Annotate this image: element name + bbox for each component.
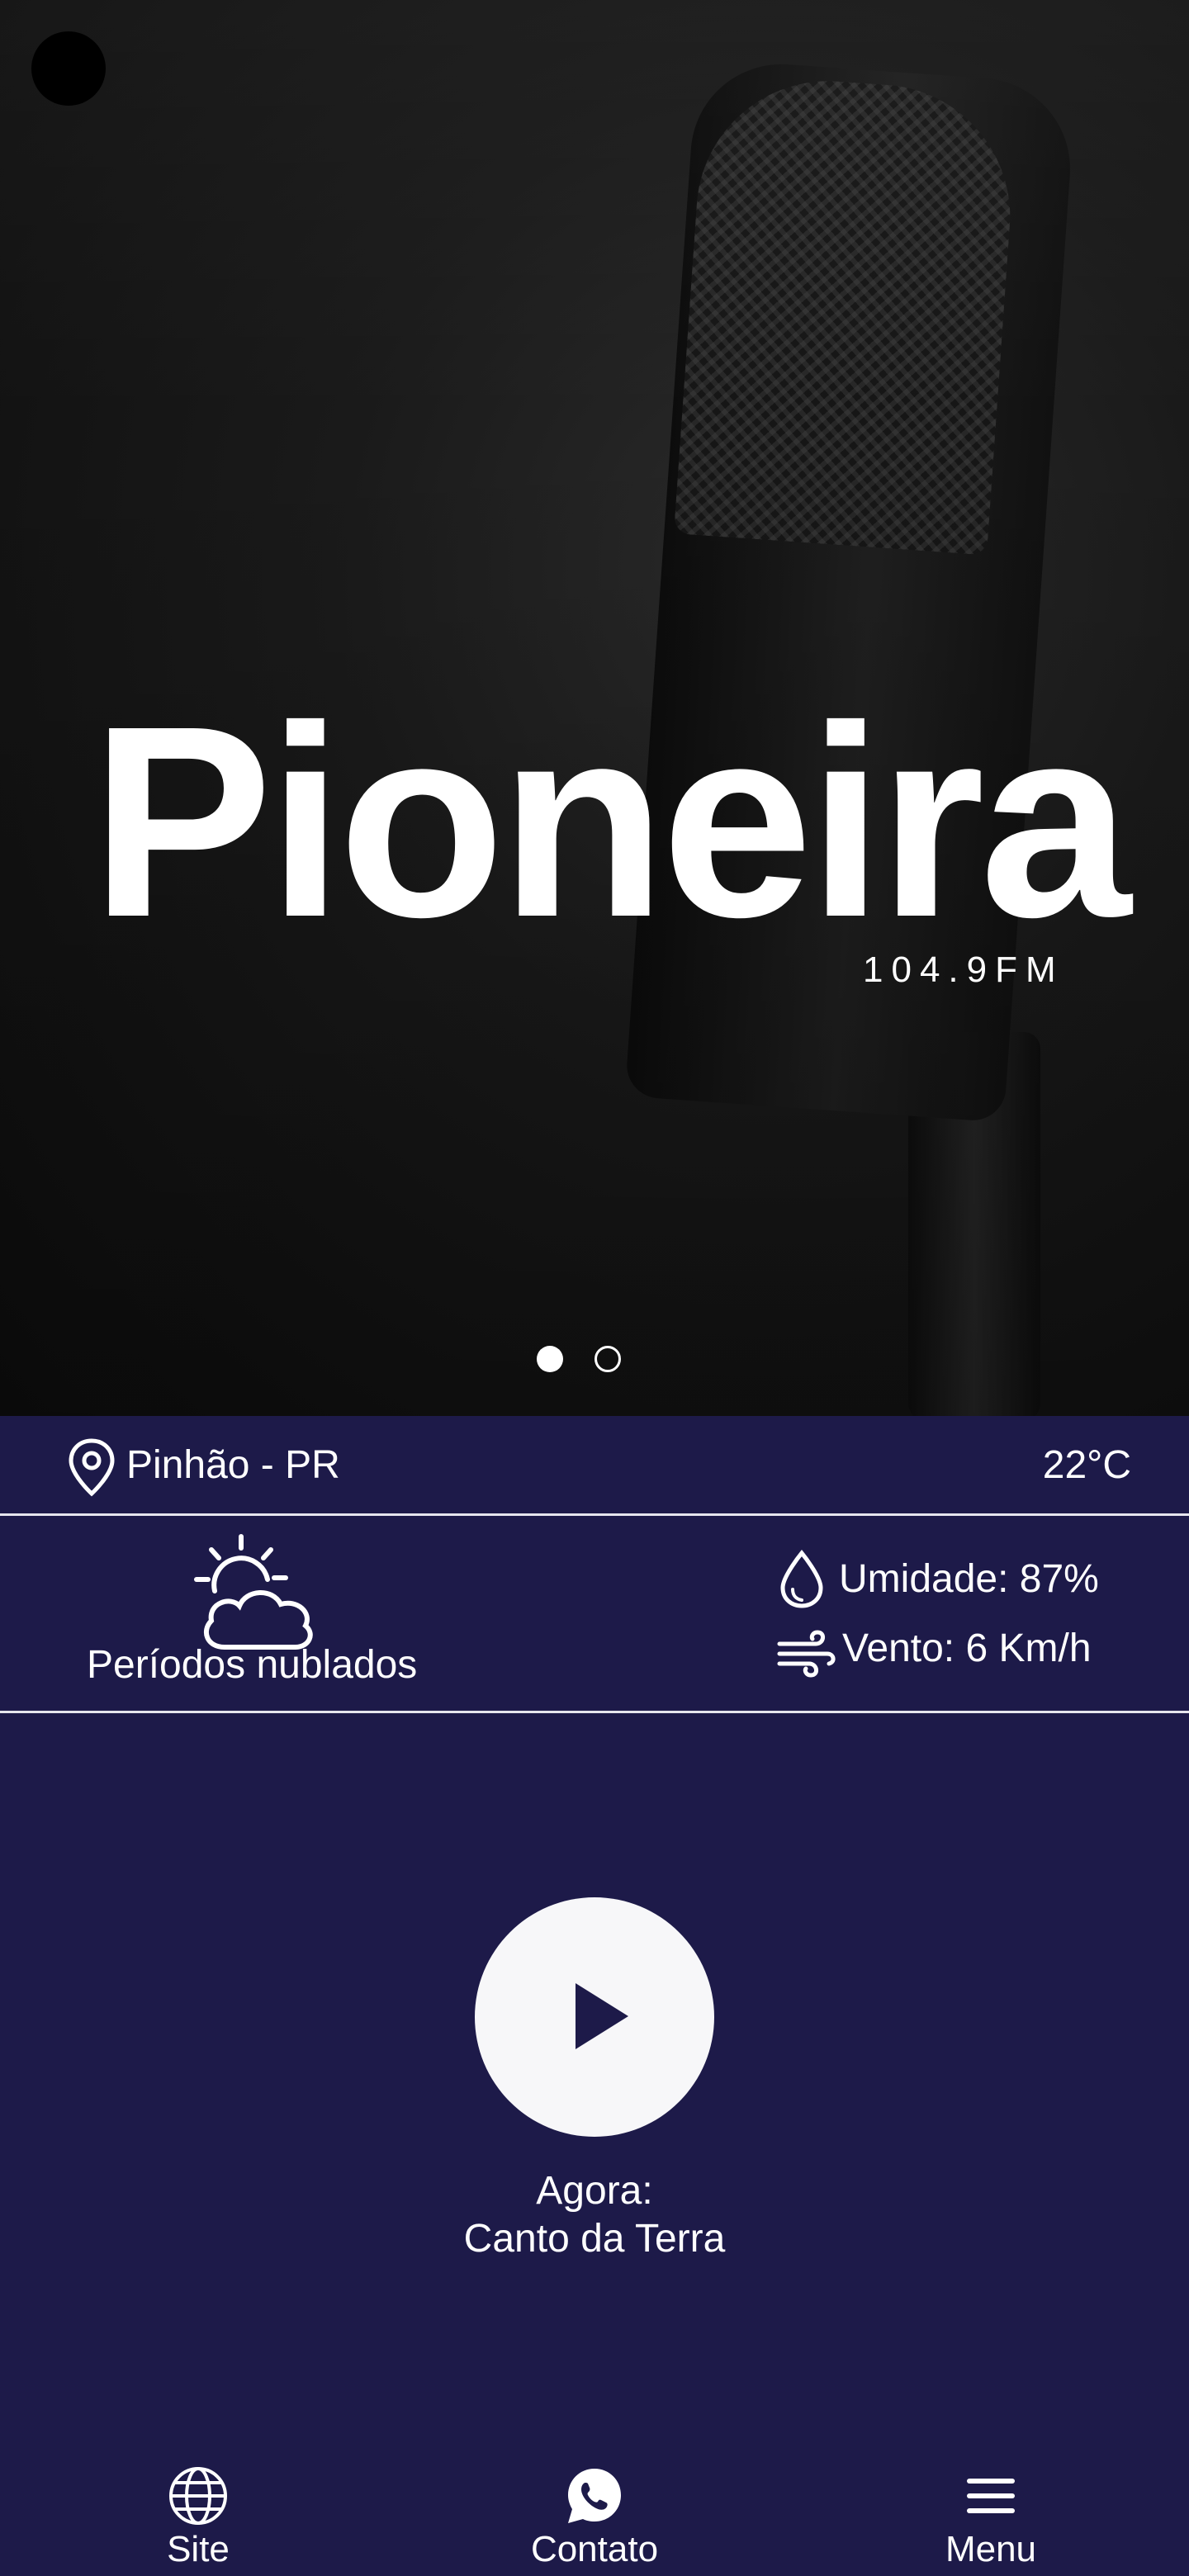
station-frequency: 104.9FM [863,949,1064,990]
nav-contato-button[interactable]: Contato [495,2465,694,2576]
play-button[interactable] [475,1897,714,2137]
nav-site-button[interactable]: Site [99,2465,297,2576]
now-playing-label: Agora: [536,2169,653,2213]
whatsapp-icon [568,2469,621,2523]
location-bar: Pinhão - PR 22°C [0,1416,1189,1516]
nav-menu-button[interactable]: Menu [892,2465,1090,2576]
map-pin-icon [69,1438,115,1497]
camera-cutout [31,31,106,106]
wind-value: Vento: 6 Km/h [842,1627,1092,1670]
location-city: Pinhão - PR [126,1443,340,1487]
station-logo-text: Pioneira [91,669,1131,973]
temperature-value: 22°C [1042,1443,1131,1487]
partly-cloudy-icon [194,1534,313,1650]
nav-contato-label: Contato [530,2529,659,2569]
weather-panel: Períodos nublados Umidade: 87% Vento: 6 … [0,1517,1189,1713]
nav-site-label: Site [167,2529,230,2569]
nav-menu-label: Menu [945,2529,1037,2569]
hero-banner[interactable]: Pioneira 104.9FM [0,0,1189,1416]
humidity-value: Umidade: 87% [839,1557,1099,1601]
globe-icon [169,2467,227,2525]
now-playing-title: Canto da Terra [463,2217,726,2261]
water-drop-icon [780,1550,823,1608]
wind-icon [777,1630,836,1678]
carousel-dot-2[interactable] [594,1346,621,1372]
hamburger-menu-icon [967,2479,1015,2513]
play-icon [576,1983,628,2049]
weather-condition: Períodos nublados [87,1643,418,1687]
carousel-dot-1[interactable] [537,1346,563,1372]
